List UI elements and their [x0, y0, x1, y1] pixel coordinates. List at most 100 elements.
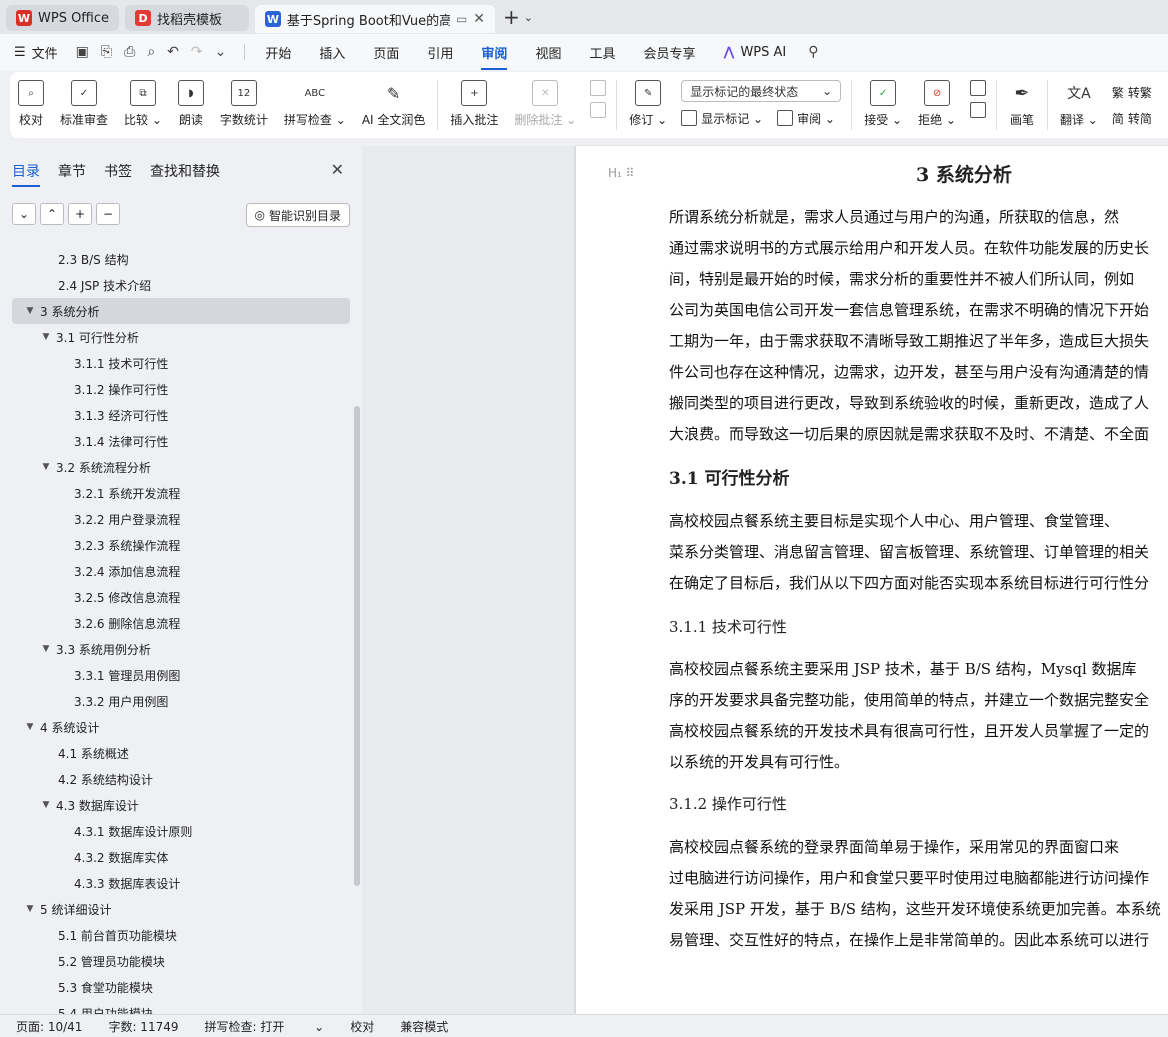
standard-review-button[interactable]: ✓ 标准审查 — [60, 80, 108, 128]
expand-arrow-icon[interactable]: ▼ — [40, 462, 52, 472]
menu-tools[interactable]: 工具 — [589, 43, 615, 62]
close-icon[interactable]: ✕ — [331, 160, 344, 179]
document-page[interactable]: H₁ ⠿ 3 系统分析 所谓系统分析就是，需求人员通过与用户的沟通，所获取的信息… — [576, 146, 1168, 1014]
heading-marker-icon[interactable]: H₁ ⠿ — [608, 166, 634, 180]
pen-button[interactable]: ✒ 画笔 — [1009, 80, 1035, 128]
spell-check-status[interactable]: 拼写检查: 打开 ⌄ — [205, 1018, 325, 1035]
expand-arrow-icon[interactable]: ▼ — [40, 332, 52, 342]
tab-wps-office[interactable]: W WPS Office — [6, 5, 120, 31]
scrollbar[interactable] — [354, 406, 360, 886]
export-icon[interactable]: ⎘ — [101, 44, 112, 60]
menu-insert[interactable]: 插入 — [319, 43, 345, 62]
insert-comment-button[interactable]: + 插入批注 — [450, 80, 498, 128]
more-chevron-icon[interactable]: ⌄ — [215, 44, 227, 60]
toc-item[interactable]: ▼ 3.3 系统用例分析 — [0, 636, 362, 662]
tab-chapter[interactable]: 章节 — [58, 161, 86, 181]
page-indicator[interactable]: 页面: 10/41 — [16, 1018, 82, 1035]
tab-docer-template[interactable]: D 找稻壳模板 — [125, 5, 250, 31]
toc-item[interactable]: 3.2.5 修改信息流程 — [0, 584, 362, 610]
word-count-button[interactable]: 12 字数统计 — [220, 80, 268, 128]
revise-button[interactable]: ✎ 修订 ⌄ — [629, 80, 667, 128]
toc-item[interactable]: 3.2.6 删除信息流程 — [0, 610, 362, 636]
tab-toc[interactable]: 目录 — [12, 161, 40, 187]
word-count[interactable]: 字数: 11749 — [108, 1018, 178, 1035]
expand-arrow-icon[interactable]: ▼ — [40, 800, 52, 810]
menu-start[interactable]: 开始 — [265, 43, 291, 62]
tab-find-replace[interactable]: 查找和替换 — [150, 161, 220, 181]
toc-item[interactable]: 3.2.3 系统操作流程 — [0, 532, 362, 558]
toc-item[interactable]: 3.1.4 法律可行性 — [0, 428, 362, 454]
remove-icon[interactable]: − — [96, 203, 120, 225]
translate-button[interactable]: 文A 翻译 ⌄ — [1060, 80, 1098, 128]
toc-item[interactable]: ▼ 4.3 数据库设计 — [0, 792, 362, 818]
toc-item[interactable]: 3.1.2 操作可行性 — [0, 376, 362, 402]
toc-item[interactable]: 3.2.2 用户登录流程 — [0, 506, 362, 532]
next-revision-icon[interactable] — [969, 102, 986, 118]
spell-check-button[interactable]: ABC 拼写检查 ⌄ — [284, 80, 346, 128]
print-preview-icon[interactable]: ⌕ — [147, 44, 155, 60]
to-simplified-button[interactable]: 简转简 — [1112, 108, 1152, 128]
toc-item[interactable]: ▼ 5 统详细设计 — [0, 896, 362, 922]
toc-item[interactable]: ▼ 3.2 系统流程分析 — [0, 454, 362, 480]
add-icon[interactable]: + — [68, 203, 92, 225]
toc-item[interactable]: 5.3 食堂功能模块 — [0, 974, 362, 1000]
menu-member[interactable]: 会员专享 — [643, 43, 695, 62]
toc-item[interactable]: ▼ 3.1 可行性分析 — [0, 324, 362, 350]
add-tab-icon[interactable]: + — [503, 5, 520, 29]
smart-toc-button[interactable]: ◎ 智能识别目录 — [245, 203, 350, 227]
redo-icon[interactable]: ↷ — [191, 44, 203, 60]
file-menu-button[interactable]: ☰ 文件 — [14, 43, 58, 62]
read-aloud-button[interactable]: ◗ 朗读 — [177, 80, 204, 128]
expand-arrow-icon[interactable]: ▼ — [40, 644, 52, 654]
toc-item[interactable]: 3.2.1 系统开发流程 — [0, 480, 362, 506]
ai-proofread-button[interactable]: ✎ AI 全文润色 — [362, 80, 426, 128]
chevron-down-icon[interactable]: ⌄ — [524, 11, 533, 24]
show-markup-button[interactable]: 显示标记 ⌄ — [701, 110, 763, 127]
toc-item[interactable]: 5.2 管理员功能模块 — [0, 948, 362, 974]
review-pane-button[interactable]: 审阅 ⌄ — [797, 110, 835, 127]
tab-document[interactable]: W 基于Spring Boot和Vue的高 ▭ ✕ — [255, 5, 496, 33]
print-icon[interactable]: ⎙ — [124, 44, 135, 60]
proofread-button[interactable]: ⌕ 校对 — [18, 80, 44, 128]
toc-item[interactable]: 4.1 系统概述 — [0, 740, 362, 766]
next-comment-icon[interactable] — [590, 102, 607, 118]
menu-view[interactable]: 视图 — [535, 43, 561, 62]
search-icon[interactable]: ⚲ — [808, 44, 818, 60]
undo-icon[interactable]: ↶ — [167, 44, 179, 60]
menu-page[interactable]: 页面 — [373, 43, 399, 62]
expand-arrow-icon[interactable]: ▼ — [24, 722, 36, 732]
toc-item[interactable]: 2.4 JSP 技术介绍 — [0, 272, 362, 298]
compare-button[interactable]: ⧉ 比较 ⌄ — [124, 80, 162, 128]
toc-item[interactable]: 5.4 用户功能模块 — [0, 1000, 362, 1015]
accept-button[interactable]: ✓ 接受 ⌄ — [864, 80, 902, 128]
expand-icon[interactable]: ⌃ — [40, 203, 64, 225]
menu-review[interactable]: 审阅 — [481, 43, 508, 70]
toc-item[interactable]: 3.1.1 技术可行性 — [0, 350, 362, 376]
toc-item[interactable]: 5.1 前台首页功能模块 — [0, 922, 362, 948]
reject-button[interactable]: ⊘ 拒绝 ⌄ — [918, 80, 956, 128]
toc-item[interactable]: ▼ 3 系统分析 — [12, 298, 350, 324]
toc-item[interactable]: ▼ 4 系统设计 — [0, 714, 362, 740]
menu-reference[interactable]: 引用 — [427, 43, 453, 62]
close-tab-icon[interactable]: ✕ — [473, 11, 485, 27]
delete-comment-button[interactable]: ✕ 删除批注 ⌄ — [514, 80, 576, 128]
proofread-status[interactable]: 校对 — [350, 1018, 374, 1035]
menu-wps-ai[interactable]: ⋀ WPS AI — [723, 45, 786, 60]
prev-revision-icon[interactable] — [969, 80, 986, 96]
toc-item[interactable]: 2.3 B/S 结构 — [0, 246, 362, 272]
tab-bookmark[interactable]: 书签 — [104, 161, 132, 181]
markup-display-select[interactable]: 显示标记的最终状态 ⌄ — [681, 80, 842, 102]
toc-item[interactable]: 4.3.2 数据库实体 — [0, 844, 362, 870]
toc-item[interactable]: 3.3.2 用户用例图 — [0, 688, 362, 714]
toc-item[interactable]: 4.3.3 数据库表设计 — [0, 870, 362, 896]
toc-item[interactable]: 4.2 系统结构设计 — [0, 766, 362, 792]
save-icon[interactable]: ▣ — [76, 44, 89, 60]
to-traditional-button[interactable]: 繁转繁 — [1112, 82, 1152, 102]
collapse-icon[interactable]: ⌄ — [12, 203, 36, 225]
prev-comment-icon[interactable] — [590, 80, 607, 96]
toc-item[interactable]: 3.1.3 经济可行性 — [0, 402, 362, 428]
expand-arrow-icon[interactable]: ▼ — [24, 904, 36, 914]
toc-item[interactable]: 4.3.1 数据库设计原则 — [0, 818, 362, 844]
toc-item[interactable]: 3.2.4 添加信息流程 — [0, 558, 362, 584]
toc-item[interactable]: 3.3.1 管理员用例图 — [0, 662, 362, 688]
